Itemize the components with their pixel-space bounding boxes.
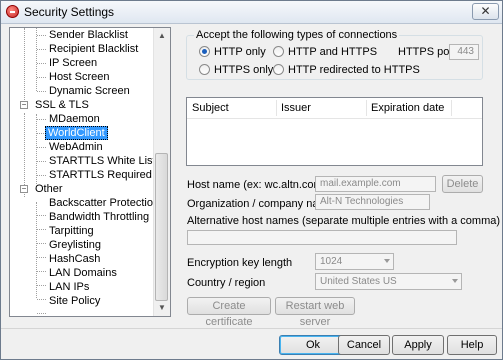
cancel-button[interactable]: Cancel — [338, 335, 390, 355]
tree-item-hashcash[interactable]: HashCash — [47, 253, 102, 266]
certificate-list-header: Subject Issuer Expiration date — [187, 98, 482, 119]
radio-icon — [273, 64, 284, 75]
tree-scrollbar[interactable]: ▲ ▼ — [153, 28, 170, 316]
create-certificate-button[interactable]: Create certificate — [187, 297, 271, 328]
tree-item-dynamic-screen[interactable]: Dynamic Screen — [47, 85, 132, 98]
radio-icon — [273, 46, 284, 57]
dropdown-arrow-icon — [452, 279, 458, 283]
https-port-field[interactable]: 443 — [449, 44, 479, 60]
radio-http-only[interactable]: HTTP only — [199, 46, 266, 60]
host-name-label: Host name (ex: wc.altn.com) — [187, 179, 327, 191]
host-name-field[interactable]: mail.example.com — [315, 176, 436, 192]
certificate-list[interactable]: Subject Issuer Expiration date — [186, 97, 483, 166]
expander-other[interactable]: − — [20, 185, 28, 193]
help-button[interactable]: Help — [447, 335, 497, 355]
tree-item-site-policy[interactable]: Site Policy — [47, 295, 102, 308]
column-expiration-date[interactable]: Expiration date — [371, 102, 444, 114]
alternative-host-names-label: Alternative host names (separate multipl… — [187, 215, 501, 227]
encryption-key-length-select[interactable]: 1024 — [315, 253, 394, 270]
country-region-label: Country / region — [187, 277, 266, 289]
connection-types-label: Accept the following types of connection… — [194, 29, 400, 41]
dropdown-arrow-icon — [384, 259, 390, 263]
footer-separator — [1, 328, 502, 329]
country-region-select[interactable]: United States US — [315, 273, 462, 290]
settings-tree: Sender Blacklist Recipient Blacklist IP … — [9, 27, 171, 317]
radio-http-redirected[interactable]: HTTP redirected to HTTPS — [273, 64, 420, 78]
app-icon — [6, 5, 19, 18]
tree-item-other[interactable]: Other — [33, 183, 65, 196]
tree-item-starttls-white-list[interactable]: STARTTLS White List — [47, 155, 158, 168]
tree-item-mdaemon[interactable]: MDaemon — [47, 113, 102, 126]
ok-button[interactable]: Ok — [279, 335, 347, 355]
tree-item-sender-blacklist[interactable]: Sender Blacklist — [47, 29, 130, 42]
expander-ssl-tls[interactable]: − — [20, 101, 28, 109]
scroll-thumb[interactable] — [155, 153, 168, 301]
tree-item-webadmin[interactable]: WebAdmin — [47, 141, 105, 154]
tree-item-host-screen[interactable]: Host Screen — [47, 71, 112, 84]
tree-item-tarpitting[interactable]: Tarpitting — [47, 225, 96, 238]
radio-icon — [199, 64, 210, 75]
tree-item-lan-ips[interactable]: LAN IPs — [47, 281, 91, 294]
column-issuer[interactable]: Issuer — [281, 102, 311, 114]
alternative-host-names-field[interactable] — [187, 230, 457, 245]
scroll-down-arrow-icon[interactable]: ▼ — [154, 300, 170, 316]
organization-field[interactable]: Alt-N Technologies — [315, 194, 430, 210]
tree-item-worldclient[interactable]: WorldClient — [45, 126, 108, 140]
delete-button[interactable]: Delete — [442, 175, 483, 193]
tree-item-lan-domains[interactable]: LAN Domains — [47, 267, 119, 280]
https-port-label: HTTPS port — [398, 46, 457, 58]
window-title: Security Settings — [24, 5, 115, 19]
restart-web-server-button[interactable]: Restart web server — [275, 297, 355, 328]
scroll-up-arrow-icon[interactable]: ▲ — [154, 28, 170, 44]
organization-label: Organization / company name — [187, 198, 334, 210]
apply-button[interactable]: Apply — [392, 335, 444, 355]
tree-item-backscatter-protection[interactable]: Backscatter Protection — [47, 197, 161, 210]
title-bar: Security Settings ✕ — [1, 1, 502, 24]
close-button[interactable]: ✕ — [472, 3, 499, 20]
tree-item-ip-screen[interactable]: IP Screen — [47, 57, 99, 70]
radio-https-only[interactable]: HTTPS only — [199, 64, 273, 78]
radio-selected-icon — [199, 46, 210, 57]
encryption-key-length-label: Encryption key length — [187, 257, 293, 269]
security-settings-window: Security Settings ✕ Sender Blacklist Rec… — [0, 0, 503, 360]
tree-item-recipient-blacklist[interactable]: Recipient Blacklist — [47, 43, 140, 56]
column-subject[interactable]: Subject — [192, 102, 229, 114]
tree-item-ssl-tls[interactable]: SSL & TLS — [33, 99, 91, 112]
radio-http-and-https[interactable]: HTTP and HTTPS — [273, 46, 377, 60]
tree-item-greylisting[interactable]: Greylisting — [47, 239, 103, 252]
tree-item-bandwidth-throttling[interactable]: Bandwidth Throttling — [47, 211, 151, 224]
